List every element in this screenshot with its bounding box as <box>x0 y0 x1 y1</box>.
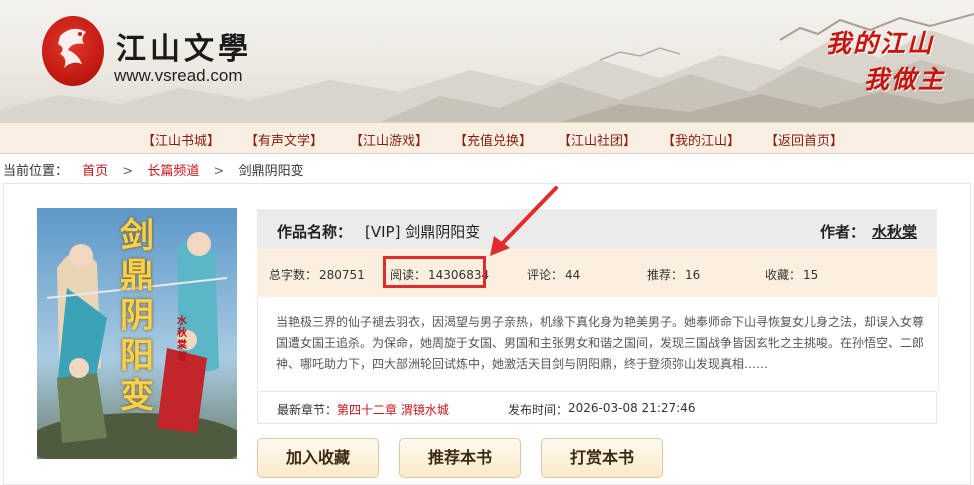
nav-item-bookstore[interactable]: 【江山书城】 <box>142 130 220 149</box>
breadcrumb-separator: > <box>122 164 134 179</box>
tip-book-button[interactable]: 打赏本书 <box>541 438 663 478</box>
breadcrumb-current: 剑鼎阴阳变 <box>238 164 304 179</box>
recommend-book-button[interactable]: 推荐本书 <box>399 438 521 478</box>
nav-item-my-jiangshan[interactable]: 【我的江山】 <box>662 130 740 149</box>
book-title: [VIP] 剑鼎阴阳变 <box>365 223 481 241</box>
nav-item-audio[interactable]: 【有声文学】 <box>245 130 323 149</box>
top-nav: 【江山书城】 【有声文学】 【江山游戏】 【充值兑换】 【江山社团】 【我的江山… <box>0 122 974 154</box>
title-bar: 作品名称： [VIP] 剑鼎阴阳变 作者： 水秋棠 <box>257 209 937 249</box>
summary-box: 当艳极三界的仙子褪去羽衣，因渴望与男子亲热，机缘下真化身为艳美男子。她奉师命下山… <box>257 298 939 390</box>
breadcrumb-home[interactable]: 首页 <box>82 164 108 179</box>
stat-word-count: 总字数： 280751 <box>269 268 365 282</box>
dragon-icon <box>58 28 86 68</box>
publish-time-label: 发布时间： <box>508 403 569 417</box>
publish-time: 2026-03-08 21:27:46 <box>568 401 696 415</box>
book-cover[interactable]: 剑鼎阴阳变 水秋棠著 <box>37 208 237 459</box>
add-favorite-button[interactable]: 加入收藏 <box>257 438 379 478</box>
latest-chapter-label: 最新章节： <box>277 403 338 417</box>
cover-title: 剑鼎阴阳变 <box>120 216 154 416</box>
cover-signature: 水秋棠著 <box>177 316 187 363</box>
site-banner: 江山文學 www.vsread.com 我的江山 我做主 <box>0 0 974 122</box>
slogan-line-2: 我做主 <box>864 65 946 94</box>
breadcrumb-separator: > <box>213 164 225 179</box>
read-count-highlight <box>383 256 486 288</box>
book-summary: 当艳极三界的仙子褪去羽衣，因渴望与男子亲热，机缘下真化身为艳美男子。她奉师命下山… <box>276 315 925 371</box>
breadcrumb-channel[interactable]: 长篇频道 <box>147 164 199 179</box>
author-link[interactable]: 水秋棠 <box>872 221 917 242</box>
stat-comment-count: 评论： 44 <box>527 268 581 282</box>
stats-bar: 总字数： 280751 阅读： 14306834 评论： 44 推荐： 16 收藏： 15 <box>257 249 937 297</box>
site-url: www.vsread.com <box>114 66 243 85</box>
stat-recommend-count: 推荐： 16 <box>647 268 701 282</box>
site-title: 江山文學 <box>116 32 252 67</box>
breadcrumb: 当前位置： 首页 > 长篇频道 > 剑鼎阴阳变 <box>3 160 314 179</box>
stat-favorite-count: 收藏： 15 <box>765 268 819 282</box>
title-label: 作品名称： <box>277 223 353 241</box>
site-logo[interactable] <box>42 16 104 86</box>
nav-item-recharge[interactable]: 【充值兑换】 <box>454 130 532 149</box>
nav-item-community[interactable]: 【江山社团】 <box>558 130 636 149</box>
slogan-line-1: 我的江山 <box>826 29 935 58</box>
latest-chapter-bar: 最新章节： 第四十二章 渭镜水城 发布时间： 2026-03-08 21:27:… <box>257 391 937 424</box>
latest-chapter-link[interactable]: 第四十二章 渭镜水城 <box>337 401 449 418</box>
breadcrumb-prefix: 当前位置： <box>3 164 69 179</box>
nav-item-games[interactable]: 【江山游戏】 <box>350 130 428 149</box>
nav-item-home[interactable]: 【返回首页】 <box>765 130 843 149</box>
author-label: 作者： <box>819 223 865 241</box>
